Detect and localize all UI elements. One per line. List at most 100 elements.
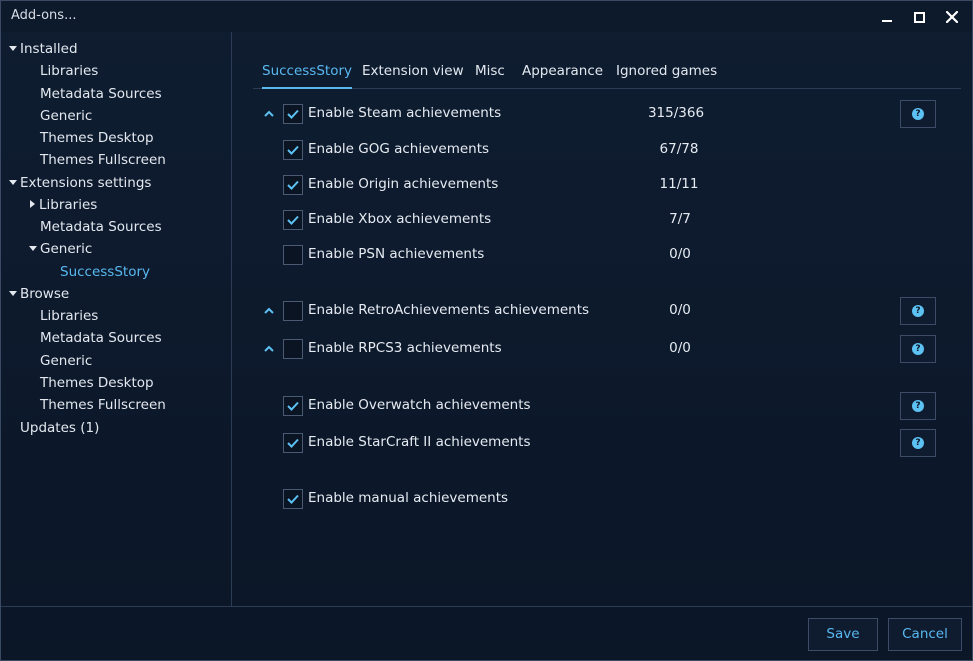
- setting-label[interactable]: Enable PSN achievements: [308, 246, 484, 262]
- maximize-icon: [913, 11, 925, 23]
- setting-label[interactable]: Enable Xbox achievements: [308, 211, 491, 227]
- checkmark-icon: [287, 215, 299, 225]
- question-icon: ?: [912, 305, 924, 317]
- setting-row: Enable Origin achievements 11/11: [233, 175, 972, 195]
- tree-successstory[interactable]: SuccessStory: [60, 261, 150, 283]
- tree-extensions-libraries[interactable]: Libraries: [30, 194, 97, 216]
- close-button[interactable]: [938, 5, 966, 29]
- question-icon: ?: [912, 400, 924, 412]
- minimize-button[interactable]: [873, 5, 901, 29]
- enable-checkbox[interactable]: [283, 245, 303, 265]
- tree-browse-label: Browse: [20, 286, 70, 302]
- checkmark-icon: [287, 180, 299, 190]
- help-button[interactable]: ?: [900, 297, 936, 325]
- tab-misc[interactable]: Misc: [475, 63, 505, 89]
- settings-panel: SuccessStory Extension view Misc Appeara…: [233, 32, 972, 606]
- setting-label[interactable]: Enable StarCraft II achievements: [308, 434, 531, 450]
- enable-checkbox[interactable]: [283, 104, 303, 124]
- setting-label[interactable]: Enable RetroAchievements achievements: [308, 302, 589, 318]
- tab-successstory[interactable]: SuccessStory: [262, 63, 352, 89]
- setting-row: Enable manual achievements: [233, 489, 972, 509]
- checkmark-icon: [287, 401, 299, 411]
- setting-label[interactable]: Enable Origin achievements: [308, 176, 498, 192]
- enable-checkbox[interactable]: [283, 140, 303, 160]
- enable-checkbox[interactable]: [283, 175, 303, 195]
- setting-row: Enable PSN achievements 0/0: [233, 245, 972, 265]
- close-icon: [946, 11, 958, 23]
- question-icon: ?: [912, 437, 924, 449]
- achievement-count: 0/0: [669, 340, 691, 356]
- window-title: Add-ons...: [11, 8, 77, 23]
- tree-installed-themes-fullscreen[interactable]: Themes Fullscreen: [40, 149, 166, 171]
- tree-installed[interactable]: Installed: [9, 38, 78, 60]
- achievement-count: 7/7: [669, 211, 691, 227]
- achievement-count: 315/366: [647, 105, 705, 121]
- maximize-button[interactable]: [905, 5, 933, 29]
- cancel-button[interactable]: Cancel: [888, 618, 962, 651]
- setting-label[interactable]: Enable manual achievements: [308, 490, 508, 506]
- footer-bar: Save Cancel: [1, 606, 972, 660]
- tree-extensions-settings[interactable]: Extensions settings: [9, 172, 151, 194]
- setting-label[interactable]: Enable GOG achievements: [308, 141, 489, 157]
- setting-label[interactable]: Enable RPCS3 achievements: [308, 340, 502, 356]
- setting-row: Enable RetroAchievements achievements 0/0…: [233, 297, 972, 325]
- tree-browse[interactable]: Browse: [9, 283, 69, 305]
- tree-installed-label: Installed: [20, 41, 78, 57]
- expand-arrow-icon: [9, 45, 17, 51]
- title-bar: Add-ons...: [1, 1, 972, 32]
- enable-checkbox[interactable]: [283, 210, 303, 230]
- tab-bar: SuccessStory Extension view Misc Appeara…: [253, 56, 961, 89]
- setting-label[interactable]: Enable Steam achievements: [308, 105, 501, 121]
- minimize-icon: [882, 20, 892, 22]
- tree-browse-themes-desktop[interactable]: Themes Desktop: [40, 372, 154, 394]
- sidebar-tree: Installed Libraries Metadata Sources Gen…: [1, 32, 232, 606]
- checkmark-icon: [287, 438, 299, 448]
- question-icon: ?: [912, 108, 924, 120]
- setting-row: Enable Overwatch achievements?: [233, 392, 972, 420]
- checkmark-icon: [287, 109, 299, 119]
- chevron-up-icon[interactable]: [262, 304, 276, 318]
- setting-row: Enable Steam achievements 315/366?: [233, 100, 972, 128]
- help-button[interactable]: ?: [900, 392, 936, 420]
- setting-row: Enable StarCraft II achievements?: [233, 429, 972, 457]
- enable-checkbox[interactable]: [283, 339, 303, 359]
- tree-installed-generic[interactable]: Generic: [40, 105, 92, 127]
- achievement-count: 0/0: [669, 246, 691, 262]
- setting-row: Enable RPCS3 achievements 0/0?: [233, 335, 972, 363]
- achievement-count: 67/78: [659, 141, 699, 157]
- enable-checkbox[interactable]: [283, 433, 303, 453]
- checkmark-icon: [287, 145, 299, 155]
- chevron-up-icon[interactable]: [262, 107, 276, 121]
- tree-installed-themes-desktop[interactable]: Themes Desktop: [40, 127, 154, 149]
- save-button[interactable]: Save: [808, 618, 878, 651]
- setting-row: Enable Xbox achievements 7/7: [233, 210, 972, 230]
- tab-extension-view[interactable]: Extension view: [362, 63, 464, 89]
- enable-checkbox[interactable]: [283, 489, 303, 509]
- expand-arrow-icon: [9, 290, 17, 296]
- tree-installed-metadata-sources[interactable]: Metadata Sources: [40, 83, 162, 105]
- tree-installed-libraries[interactable]: Libraries: [40, 60, 98, 82]
- tree-extensions-generic[interactable]: Generic: [29, 238, 92, 260]
- tree-extensions-metadata-sources[interactable]: Metadata Sources: [40, 216, 162, 238]
- tree-browse-generic[interactable]: Generic: [40, 350, 92, 372]
- tree-browse-themes-fullscreen[interactable]: Themes Fullscreen: [40, 394, 166, 416]
- help-button[interactable]: ?: [900, 335, 936, 363]
- enable-checkbox[interactable]: [283, 301, 303, 321]
- collapse-arrow-icon: [30, 200, 35, 208]
- chevron-up-icon[interactable]: [262, 342, 276, 356]
- expand-arrow-icon: [29, 245, 37, 251]
- tree-browse-metadata-sources[interactable]: Metadata Sources: [40, 327, 162, 349]
- tree-extensions-label: Extensions settings: [20, 175, 152, 191]
- achievement-count: 11/11: [659, 176, 699, 192]
- tab-appearance[interactable]: Appearance: [522, 63, 603, 89]
- tree-extensions-libraries-label: Libraries: [39, 197, 98, 213]
- tree-browse-libraries[interactable]: Libraries: [40, 305, 98, 327]
- achievement-count: 0/0: [669, 302, 691, 318]
- help-button[interactable]: ?: [900, 100, 936, 128]
- help-button[interactable]: ?: [900, 429, 936, 457]
- tree-updates[interactable]: Updates (1): [20, 417, 99, 439]
- enable-checkbox[interactable]: [283, 396, 303, 416]
- setting-label[interactable]: Enable Overwatch achievements: [308, 397, 531, 413]
- tab-ignored-games[interactable]: Ignored games: [616, 63, 717, 89]
- question-icon: ?: [912, 343, 924, 355]
